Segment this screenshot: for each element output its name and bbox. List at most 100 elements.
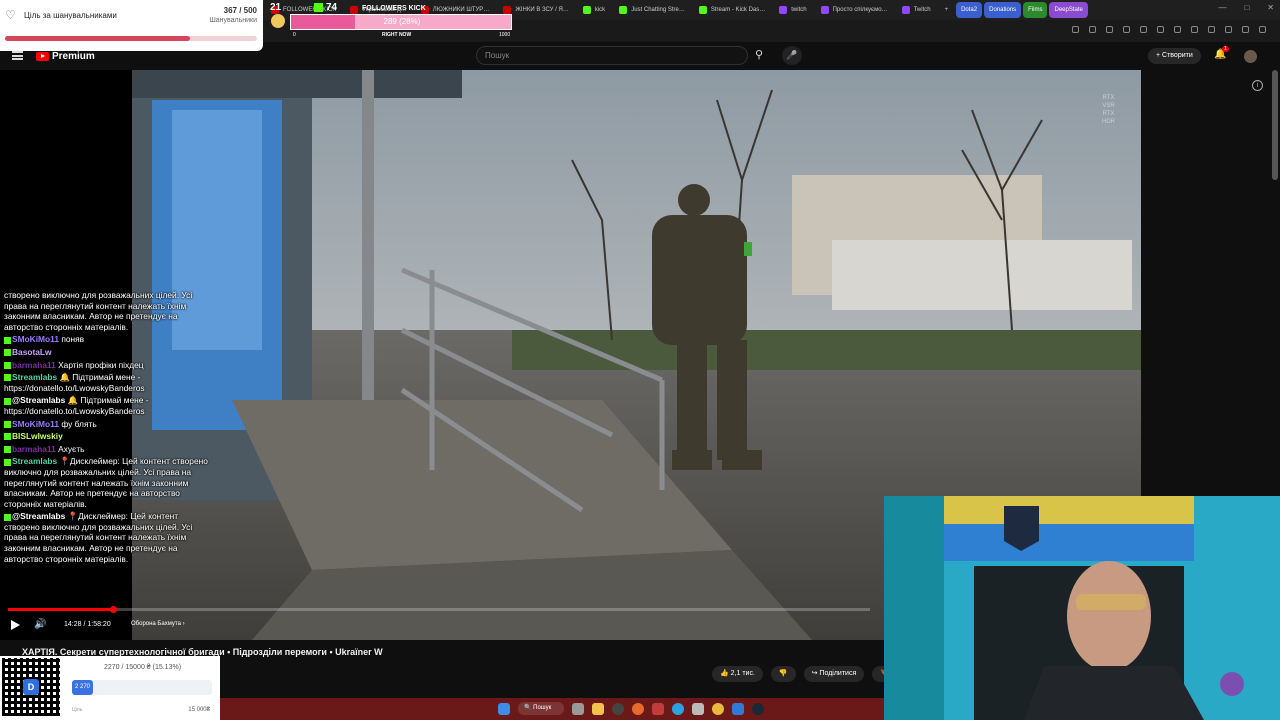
extension-icon[interactable]: [1174, 26, 1181, 33]
info-icon[interactable]: i: [1252, 80, 1263, 91]
chat-message: Streamlabs 🔔 Підтримай мене - https://do…: [4, 372, 216, 393]
play-button[interactable]: [11, 620, 20, 630]
notifications-bell-icon[interactable]: 🔔 1: [1214, 46, 1229, 60]
browser-tab[interactable]: kick: [577, 2, 611, 18]
qr-code: D: [2, 658, 60, 716]
goal-count: 367 / 500: [223, 6, 257, 15]
screen: FOLLOWERS KICK Український д… ЛЮЖНИКИ ШТУР…: [0, 0, 1280, 720]
donation-title: 2270 / 15000 ₴ (15.13%): [103, 664, 182, 671]
create-button[interactable]: + Створити: [1148, 48, 1201, 64]
followers-kick-min: 0: [293, 32, 296, 38]
chat-username[interactable]: BISLwlwskiy: [12, 431, 63, 441]
chat-text: створено виключно для розважальних цілей…: [4, 290, 193, 332]
extension-icon[interactable]: [1191, 26, 1198, 33]
volume-icon[interactable]: 🔊: [34, 619, 46, 630]
chapter-button[interactable]: Оборона Бахмута ›: [131, 621, 185, 627]
chat-username[interactable]: BasotaLw: [12, 347, 52, 357]
followers-kick-now: RIGHT NOW: [382, 32, 412, 38]
chat-username[interactable]: @Streamlabs: [12, 511, 65, 521]
browser-tab[interactable]: Twitch: [896, 2, 937, 18]
chat-username[interactable]: Streamlabs: [12, 456, 57, 466]
platform-badge-icon: [4, 397, 11, 405]
chat-text: Ахуєть: [58, 443, 85, 454]
bookmark-star-icon[interactable]: [1089, 26, 1096, 33]
search-icon[interactable]: ⚲: [748, 46, 770, 65]
tab-favicon-icon: [698, 6, 707, 14]
download-icon[interactable]: [1157, 26, 1164, 33]
followers-kick-bar: 289 (28%): [290, 14, 512, 30]
extension-icon[interactable]: [1106, 26, 1113, 33]
platform-badge-icon: [4, 446, 11, 453]
dislike-button[interactable]: 👎: [770, 666, 796, 682]
tab-label: kick: [594, 7, 606, 13]
share-button[interactable]: ↪ Поділитися: [803, 666, 865, 682]
browser-tab[interactable]: Просто спілкуємо…: [815, 2, 894, 18]
chat-username[interactable]: barmaha11: [12, 444, 56, 454]
avatar[interactable]: [1244, 50, 1257, 63]
chat-message: barmaha11 Ахуєть: [4, 444, 216, 455]
firefox-icon[interactable]: [632, 702, 644, 715]
platform-badge-icon: [4, 336, 11, 344]
menu-icon[interactable]: [1259, 26, 1266, 33]
video-actions: 👍 2,1 тис. 👎 ↪ Поділитися 🔖: [712, 666, 897, 682]
new-tab-button[interactable]: +: [939, 2, 955, 18]
chat-message: створено виключно для розважальних цілей…: [4, 290, 216, 332]
browser-tab[interactable]: twitch: [773, 2, 812, 18]
bookmark-item[interactable]: Films: [1023, 2, 1048, 18]
extension-icon[interactable]: [1140, 26, 1147, 33]
maximize-button[interactable]: □: [1244, 3, 1249, 12]
app-icon[interactable]: [732, 702, 744, 715]
time-display: 14:28 / 1:58:20: [64, 621, 111, 628]
hamburger-menu-icon[interactable]: [12, 51, 23, 60]
app-icon[interactable]: [692, 702, 704, 715]
minimize-button[interactable]: —: [1218, 3, 1226, 12]
tab-favicon-icon: [901, 6, 910, 14]
cast-icon[interactable]: [1072, 26, 1079, 33]
chat-overlay: створено виключно для розважальних цілей…: [4, 290, 216, 566]
extension-icon[interactable]: [1123, 26, 1130, 33]
chat-username[interactable]: @Streamlabs: [12, 395, 65, 405]
bookmark-item[interactable]: Dota2: [956, 2, 983, 18]
chat-username[interactable]: Streamlabs: [12, 372, 57, 382]
extension-icon[interactable]: [1225, 26, 1232, 33]
chat-text: поняв: [61, 334, 85, 345]
microphone-icon[interactable]: 🎤: [782, 46, 802, 65]
goal-title: Ціль за шанувальниками: [24, 11, 117, 20]
browser-tab[interactable]: Stream - Kick Das…: [693, 2, 771, 18]
youtube-play-icon: [36, 52, 49, 61]
steam-icon[interactable]: [752, 702, 764, 715]
search-input[interactable]: Пошук: [476, 46, 748, 65]
file-explorer-icon[interactable]: [592, 702, 604, 715]
chat-message: @Streamlabs 📍Дисклеймер: Цей контент ств…: [4, 511, 216, 564]
donatello-logo-icon: D: [23, 679, 39, 695]
platform-badge-icon: [4, 374, 11, 382]
chat-username[interactable]: barmaha11: [12, 360, 56, 370]
followers-kick-label: FOLLOWERS KICK: [362, 5, 426, 12]
telegram-icon[interactable]: [672, 702, 684, 715]
goal-subtitle: Шанувальники: [209, 17, 257, 24]
profile-icon[interactable]: [1242, 26, 1249, 33]
chrome-icon[interactable]: [712, 702, 724, 715]
taskbar-search[interactable]: 🔍 Пошук: [518, 702, 564, 715]
obs-icon[interactable]: [612, 702, 624, 715]
chat-username[interactable]: SMoKiMo11: [12, 419, 59, 429]
taskbar-icons: 🔍 Пошук: [498, 702, 764, 715]
close-button[interactable]: ✕: [1267, 3, 1274, 12]
bookmark-item[interactable]: DeepState: [1049, 2, 1088, 18]
browser-tab[interactable]: Just Chatting Stre…: [613, 2, 691, 18]
task-view-icon[interactable]: [572, 702, 584, 715]
extension-icon[interactable]: [1208, 26, 1215, 33]
video-progress-bar[interactable]: [8, 606, 870, 613]
tab-favicon-icon: [820, 6, 829, 14]
app-icon[interactable]: [652, 702, 664, 715]
bookmark-item[interactable]: Donations: [984, 2, 1022, 18]
like-button[interactable]: 👍 2,1 тис.: [712, 666, 763, 682]
windows-start-icon[interactable]: [498, 702, 510, 715]
donation-progress-bar: 2 270: [72, 680, 212, 695]
donation-min: Ціль: [72, 707, 83, 713]
chat-username[interactable]: SMoKiMo11: [12, 334, 59, 344]
youtube-logo[interactable]: Premium: [36, 51, 95, 62]
page-scrollbar[interactable]: [1272, 70, 1278, 180]
chat-message: Streamlabs 📍Дисклеймер: Цей контент ство…: [4, 456, 216, 509]
window-controls: — □ ✕: [1218, 3, 1274, 12]
